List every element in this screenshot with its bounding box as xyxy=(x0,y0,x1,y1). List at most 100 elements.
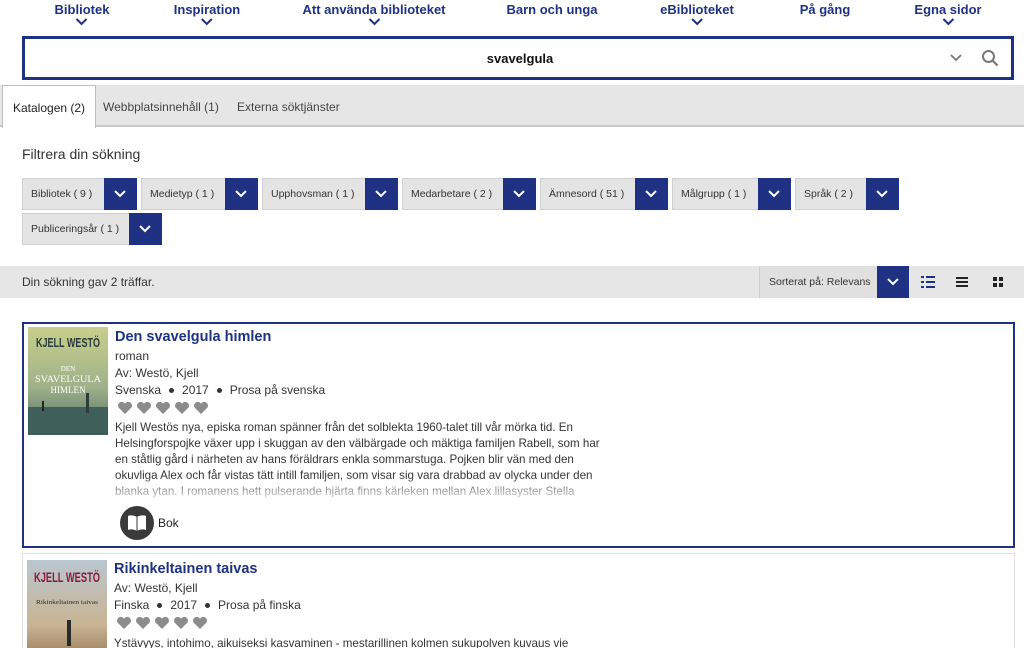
cover-title: DEN xyxy=(61,365,75,373)
nav-label: Inspiration xyxy=(173,2,241,17)
rating xyxy=(117,401,209,415)
nav-item-ebiblioteket[interactable]: eBiblioteket xyxy=(660,2,734,29)
filter-label: Språk ( 2 ) xyxy=(804,188,854,200)
chevron-down-icon xyxy=(877,266,909,298)
filter-label: Upphovsman ( 1 ) xyxy=(271,188,355,200)
tab-katalogen[interactable]: Katalogen (2) xyxy=(2,85,97,128)
bullet xyxy=(169,388,175,394)
chevron-down-icon xyxy=(129,213,162,245)
nav-label: Att använda biblioteket xyxy=(302,2,446,17)
filter-label: Ämnesord ( 51 ) xyxy=(549,188,625,200)
heart-icon[interactable] xyxy=(192,616,208,630)
chevron-down-icon xyxy=(225,178,258,210)
nav-label: eBiblioteket xyxy=(660,2,734,17)
heart-icon[interactable] xyxy=(193,401,209,415)
filter-upphovsman[interactable]: Upphovsman ( 1 ) xyxy=(262,178,398,210)
result-item[interactable]: KJELL WESTÖ DEN SVAVELGULA HIMLEN Den sv… xyxy=(22,322,1015,548)
chevron-down-icon xyxy=(914,17,981,29)
result-count: Din sökning gav 2 träffar. xyxy=(22,275,155,289)
chevron-down-icon xyxy=(174,17,240,29)
nav-label: Bibliotek xyxy=(54,2,110,17)
chevron-down-icon xyxy=(866,178,899,210)
result-description: Ystävyys, intohimo, aikuiseksi kasvamine… xyxy=(114,637,569,648)
heart-icon[interactable] xyxy=(136,401,152,415)
heart-icon[interactable] xyxy=(154,616,170,630)
heart-icon[interactable] xyxy=(116,616,132,630)
book-icon[interactable] xyxy=(120,506,154,540)
search-box xyxy=(22,36,1014,80)
filter-heading: Filtrera din sökning xyxy=(22,146,141,162)
filter-publiceringsar[interactable]: Publiceringsår ( 1 ) xyxy=(22,213,162,245)
heart-icon[interactable] xyxy=(155,401,171,415)
list-icon[interactable] xyxy=(946,266,978,298)
tab-webbplatsinnehall[interactable]: Webbplatsinnehåll (1) xyxy=(93,85,229,127)
chevron-down-icon xyxy=(660,17,734,29)
chevron-down-icon[interactable] xyxy=(949,51,963,65)
filter-label: Medietyp ( 1 ) xyxy=(150,188,215,200)
nav-item-egna-sidor[interactable]: Egna sidor xyxy=(914,2,982,29)
cover-title: Rikinkeltainen taivas xyxy=(36,600,99,606)
chevron-down-icon xyxy=(635,178,668,210)
result-item[interactable]: KJELL WESTÖ Rikinkeltainen taivas Rikink… xyxy=(22,553,1015,648)
format-label: Bok xyxy=(158,516,179,530)
sort-label: Sorterat på: Relevans xyxy=(769,276,871,288)
heart-icon[interactable] xyxy=(173,616,189,630)
result-title[interactable]: Rikinkeltainen taivas xyxy=(114,561,257,577)
result-meta: Svenska 2017 Prosa på svenska xyxy=(115,383,325,397)
chevron-down-icon xyxy=(758,178,791,210)
filter-medietyp[interactable]: Medietyp ( 1 ) xyxy=(141,178,258,210)
result-year: 2017 xyxy=(170,598,198,612)
result-category: Prosa på finska xyxy=(218,598,301,612)
sort-select[interactable]: Sorterat på: Relevans xyxy=(759,266,909,298)
filter-medarbetare[interactable]: Medarbetare ( 2 ) xyxy=(402,178,536,210)
heart-icon[interactable] xyxy=(135,616,151,630)
bullet xyxy=(205,603,211,609)
search-input[interactable] xyxy=(25,39,925,77)
nav-item-bibliotek[interactable]: Bibliotek xyxy=(54,2,110,29)
result-meta: Finska 2017 Prosa på finska xyxy=(114,598,301,612)
detail-list-icon[interactable] xyxy=(912,266,944,298)
chevron-down-icon xyxy=(503,178,536,210)
bullet xyxy=(157,603,163,609)
nav-label: På gång xyxy=(799,2,851,17)
main-navigation: Bibliotek Inspiration Att använda biblio… xyxy=(0,0,1024,34)
filter-malgrupp[interactable]: Målgrupp ( 1 ) xyxy=(672,178,791,210)
filter-label: Publiceringsår ( 1 ) xyxy=(31,223,120,235)
cover-title: SVAVELGULA xyxy=(35,374,102,384)
cover-author: KJELL WESTÖ xyxy=(36,335,100,350)
results-toolbar: Din sökning gav 2 träffar. Sorterat på: … xyxy=(0,266,1024,298)
filter-label: Bibliotek ( 9 ) xyxy=(31,188,93,200)
nav-item-att-anvanda[interactable]: Att använda biblioteket xyxy=(302,2,446,29)
grid-icon[interactable] xyxy=(982,266,1014,298)
result-title[interactable]: Den svavelgula himlen xyxy=(115,329,271,345)
bullet xyxy=(216,388,222,394)
rating xyxy=(116,616,208,630)
result-language: Svenska xyxy=(115,383,162,397)
filter-bibliotek[interactable]: Bibliotek ( 9 ) xyxy=(22,178,137,210)
nav-item-barn-och-unga[interactable]: Barn och unga xyxy=(506,2,597,17)
filter-amnesord[interactable]: Ämnesord ( 51 ) xyxy=(540,178,668,210)
heart-icon[interactable] xyxy=(174,401,190,415)
search-icon[interactable] xyxy=(981,49,999,67)
filter-sprak[interactable]: Språk ( 2 ) xyxy=(795,178,899,210)
result-author[interactable]: Av: Westö, Kjell xyxy=(115,366,199,380)
nav-item-inspiration[interactable]: Inspiration xyxy=(174,2,240,29)
book-cover[interactable]: KJELL WESTÖ DEN SVAVELGULA HIMLEN xyxy=(28,327,108,435)
chevron-down-icon xyxy=(365,178,398,210)
tab-externa-soktjanster[interactable]: Externa söktjänster xyxy=(227,85,350,127)
heart-icon[interactable] xyxy=(117,401,133,415)
result-subtitle: roman xyxy=(115,349,150,363)
chevron-down-icon xyxy=(302,17,445,29)
result-language: Finska xyxy=(114,598,150,612)
nav-item-pa-gang[interactable]: På gång xyxy=(800,2,851,17)
chevron-down-icon xyxy=(55,17,110,29)
chevron-down-icon xyxy=(104,178,137,210)
cover-author: KJELL WESTÖ xyxy=(34,569,100,585)
book-cover[interactable]: KJELL WESTÖ Rikinkeltainen taivas xyxy=(27,560,107,648)
nav-label: Barn och unga xyxy=(506,2,598,17)
result-author[interactable]: Av: Westö, Kjell xyxy=(114,581,198,595)
filter-label: Medarbetare ( 2 ) xyxy=(411,188,493,200)
nav-label: Egna sidor xyxy=(914,2,982,17)
cover-title: HIMLEN xyxy=(51,385,86,395)
result-description: Kjell Westös nya, episka roman spänner f… xyxy=(115,421,600,498)
